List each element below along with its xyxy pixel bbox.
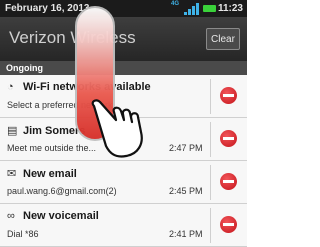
network-type: 4G <box>171 1 180 7</box>
notification-title-text: New email <box>23 168 77 180</box>
notification-title: ✉ New email <box>7 167 77 180</box>
notification-title-text: New voicemail <box>23 210 99 222</box>
battery-icon <box>203 5 216 12</box>
row-divider <box>210 122 211 157</box>
email-icon: ✉ <box>7 168 17 180</box>
signal-icon <box>184 3 199 15</box>
status-time: 11:23 <box>217 3 243 14</box>
notification-title: ▤ Jim Somers <box>7 124 85 137</box>
pointing-hand-icon <box>91 99 143 158</box>
remove-notification-button[interactable] <box>220 87 237 104</box>
carrier-name: Verizon Wireless <box>9 28 136 47</box>
remove-notification-button[interactable] <box>220 173 237 190</box>
status-bar: February 16, 2013 4G 11:23 <box>0 0 247 17</box>
remove-notification-button[interactable] <box>220 130 237 147</box>
notification-subtitle: paul.wang.6@gmail.com(2) <box>7 186 117 196</box>
row-divider <box>210 79 211 114</box>
wifi-icon: ◔ <box>7 81 14 93</box>
section-ongoing: Ongoing <box>0 61 247 75</box>
notification-header: Verizon Wireless Clear <box>0 17 247 61</box>
notification-title: ∞ New voicemail <box>7 210 99 222</box>
message-icon: ▤ <box>7 125 18 137</box>
notification-subtitle: Dial *86 <box>7 229 39 239</box>
clear-button[interactable]: Clear <box>206 28 240 50</box>
notification-subtitle: Meet me outside the... <box>7 143 97 153</box>
voicemail-icon: ∞ <box>7 210 15 222</box>
notification-voicemail[interactable]: ∞ New voicemail Dial *86 2:41 PM <box>0 204 247 247</box>
status-date: February 16, 2013 <box>5 3 90 14</box>
row-divider <box>210 208 211 243</box>
row-divider <box>210 165 211 200</box>
notification-email[interactable]: ✉ New email paul.wang.6@gmail.com(2) 2:45… <box>0 161 247 204</box>
remove-notification-button[interactable] <box>220 216 237 233</box>
notification-time: 2:45 PM <box>169 186 203 196</box>
notification-time: 2:41 PM <box>169 229 203 239</box>
notification-time: 2:47 PM <box>169 143 203 153</box>
